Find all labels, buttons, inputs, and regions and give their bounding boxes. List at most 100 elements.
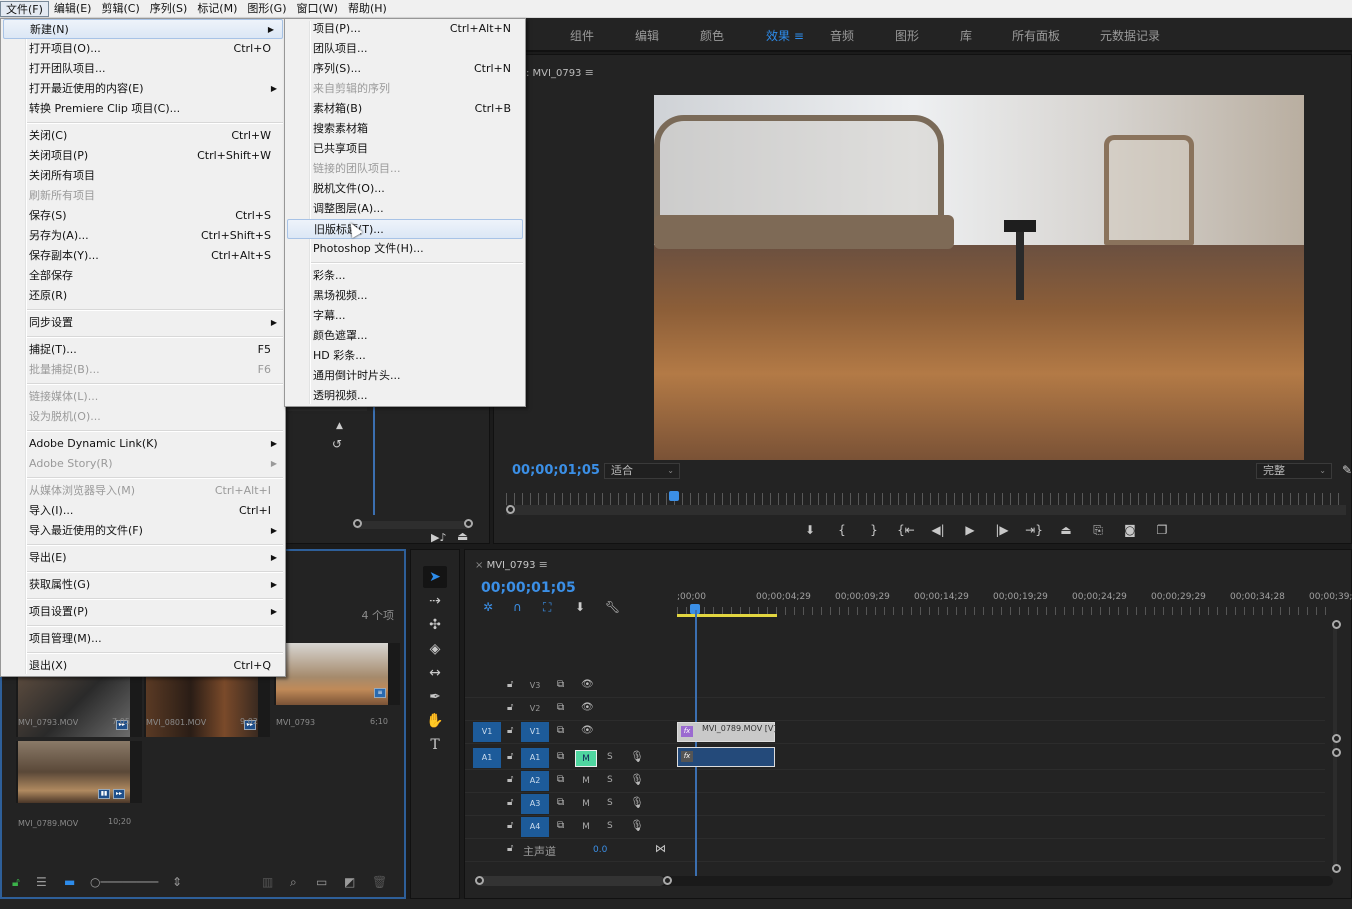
track-target[interactable]: V1 [521,722,549,742]
sync-lock-icon[interactable]: ⧉ [557,725,564,736]
snap-icon[interactable]: ∩ [513,600,522,614]
lock-icon[interactable]: 🔓︎ [507,725,513,736]
menu-item[interactable]: 彩条... [285,266,525,286]
track-target[interactable]: A3 [521,794,549,814]
menu-6[interactable]: 窗口(W) [292,1,343,17]
panel-menu-icon[interactable]: ≡ [539,558,548,571]
program-zoom-handle[interactable] [506,505,515,514]
microphone-icon[interactable]: 🎙︎ [630,819,644,832]
solo-button[interactable]: S [607,821,613,831]
lock-icon[interactable]: 🔓︎ [507,797,513,808]
menu-item[interactable]: 项目设置(P) ▶ [1,602,285,622]
menu-item[interactable]: 颜色遮罩... [285,326,525,346]
track-target[interactable]: A2 [521,771,549,791]
sync-lock-icon[interactable]: ⧉ [557,679,564,690]
extract-button[interactable]: ⎘ [1082,521,1114,539]
menu-item[interactable]: 导出(E) ▶ [1,548,285,568]
mute-button[interactable]: M [575,819,597,836]
lift-button[interactable]: ⏏ [1050,521,1082,539]
solo-button[interactable]: S [607,752,613,762]
solo-button[interactable]: S [607,775,613,785]
track-select-tool-icon[interactable]: ⇢ [423,590,447,612]
insert-audio-icon[interactable]: ▶♪ [431,531,446,544]
menu-1[interactable]: 编辑(E) [49,1,97,17]
new-bin-icon[interactable]: ▭ [316,875,327,889]
lock-icon[interactable]: 🔓︎ [507,679,513,690]
eye-icon[interactable]: 👁︎ [581,725,594,736]
menu-item[interactable]: 项目管理(M)... [1,629,285,649]
menu-item[interactable]: 搜索素材箱 [285,119,525,139]
go-to-in-button[interactable]: {⇤ [890,521,922,539]
source-zoom-handle-left[interactable] [353,519,362,528]
source-zoom-scrollbar[interactable] [357,521,469,529]
workspace-tab-7[interactable]: 所有面板 [1012,27,1060,44]
microphone-icon[interactable]: 🎙︎ [630,773,644,786]
master-volume-value[interactable]: 0.0 [593,845,607,855]
wrench-icon[interactable]: 🔧︎ [605,600,620,614]
menu-7[interactable]: 帮助(H) [343,1,392,17]
sync-lock-icon[interactable]: ⧉ [557,820,564,831]
lock-icon[interactable]: 🔓︎ [507,820,513,831]
compare-view-button[interactable]: ❐ [1146,521,1178,539]
menu-item[interactable]: 还原(R) [1,286,285,306]
menu-item[interactable]: 脱机文件(O)... [285,179,525,199]
workspace-tab-0[interactable]: 组件 [570,27,594,44]
menu-item[interactable]: 同步设置 ▶ [1,313,285,333]
mute-button[interactable]: M [575,796,597,813]
vscroll-handle-top[interactable] [1332,620,1341,629]
menu-item[interactable]: 团队项目... [285,39,525,59]
vscroll-handle-bottom[interactable] [1332,864,1341,873]
sequence-thumbnail[interactable]: ≡ [274,643,400,705]
add-marker-icon[interactable]: ⬇ [575,600,585,614]
hscroll-thumb[interactable] [475,876,665,886]
workspace-tab-8[interactable]: 元数据记录 [1100,27,1160,44]
program-time-ruler[interactable] [506,493,1346,505]
program-monitor-tab[interactable]: : MVI_0793 ≡ [526,66,594,79]
sync-lock-icon[interactable]: ⧉ [557,751,564,762]
menu-item[interactable]: 保存副本(Y)... Ctrl+Alt+S [1,246,285,266]
menu-0[interactable]: 文件(F) [0,0,49,17]
export-frame-icon[interactable]: ⏏ [457,529,468,543]
hscroll-handle-right[interactable] [663,876,672,885]
vscroll-handle-mid[interactable] [1332,734,1341,743]
menu-item[interactable]: 素材箱(B) Ctrl+B [285,99,525,119]
eye-icon[interactable]: 👁︎ [581,702,594,713]
track-target[interactable]: V3 [521,676,549,696]
source-patch[interactable]: A1 [473,748,501,768]
new-item-icon[interactable]: ◩ [344,875,355,889]
icon-view-icon[interactable]: ▬ [64,875,75,889]
menu-item[interactable]: 关闭项目(P) Ctrl+Shift+W [1,146,285,166]
menu-item[interactable]: 转换 Premiere Clip 项目(C)... [1,99,285,119]
zoom-slider[interactable]: ○──────── [90,875,158,889]
go-to-end-icon[interactable]: ⋈ [655,842,666,855]
menu-2[interactable]: 剪辑(C) [96,1,144,17]
ripple-edit-tool-icon[interactable]: ✣ [423,614,447,636]
selection-tool-icon[interactable]: ➤ [423,566,447,588]
lock-icon[interactable]: 🔓︎ [507,843,513,854]
lock-icon[interactable]: 🔓︎ [507,751,513,762]
lock-icon[interactable]: 🔓︎ [507,774,513,785]
step-back-button[interactable]: ◀| [922,521,954,539]
timeline-tab[interactable]: × MVI_0793 ≡ [475,558,548,571]
linked-selection-icon[interactable]: ⛶ [543,600,551,615]
automate-to-sequence-icon[interactable]: ▥ [262,875,273,889]
video-clip[interactable]: fx MVI_0789.MOV [V] [677,722,776,742]
menu-item[interactable]: 项目(P)... Ctrl+Alt+N [285,19,525,39]
menu-item[interactable]: HD 彩条... [285,346,525,366]
program-zoom-scrollbar[interactable] [506,505,1346,515]
vscroll-handle-mid2[interactable] [1332,748,1341,757]
audio-clip[interactable]: fx [677,747,775,767]
lock-icon[interactable]: 🔓︎ [507,702,513,713]
source-zoom-handle-right[interactable] [464,519,473,528]
reset-icon[interactable]: ↺ [332,437,342,451]
mute-button[interactable]: M [575,773,597,790]
close-icon[interactable]: × [475,560,483,571]
export-frame-button[interactable]: ◙ [1114,521,1146,539]
wrench-icon[interactable]: ✎ [1342,463,1352,477]
menu-item[interactable]: 调整图层(A)... [285,199,525,219]
timeline-timecode[interactable]: 00;00;01;05 [481,580,576,596]
solo-button[interactable]: S [607,798,613,808]
mark-in-button[interactable]: { [826,521,858,539]
menu-item[interactable]: 保存(S) Ctrl+S [1,206,285,226]
hand-tool-icon[interactable]: ✋ [423,710,447,732]
